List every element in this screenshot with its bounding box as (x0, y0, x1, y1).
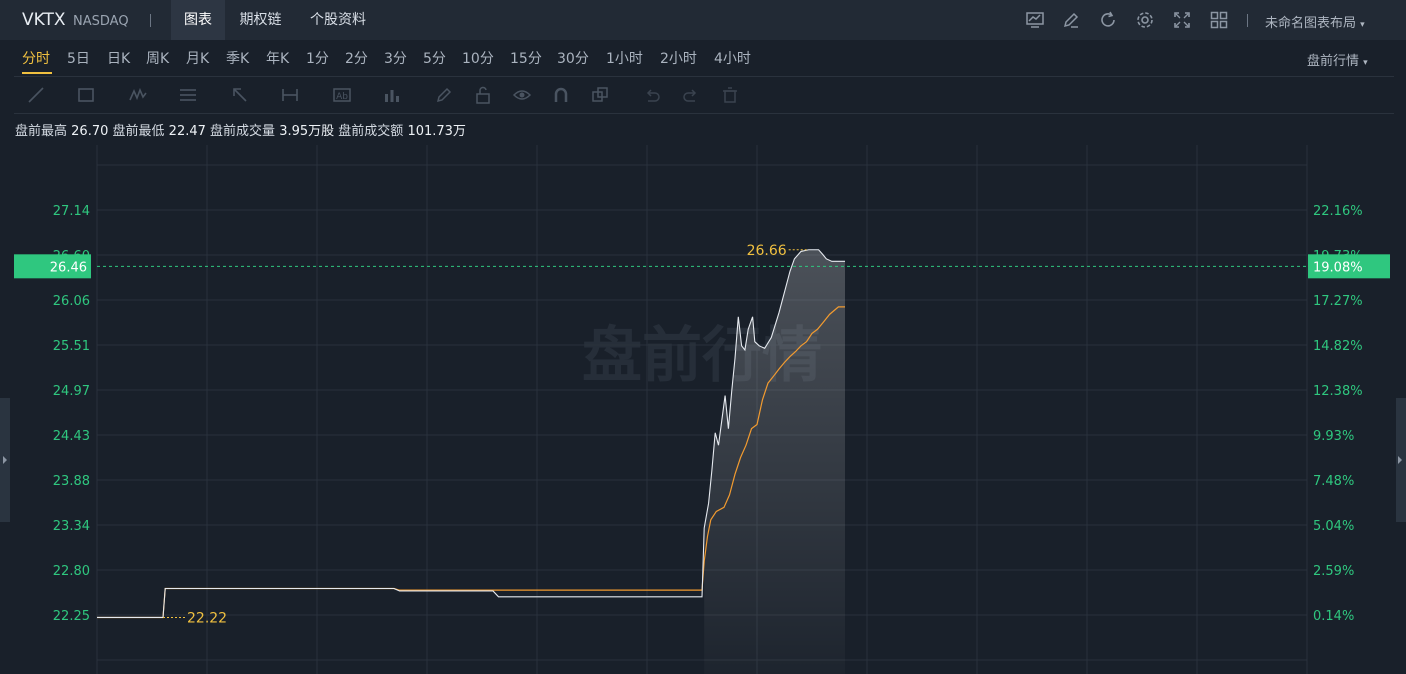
divider (1247, 14, 1248, 27)
low-label: 盘前最低 (112, 124, 165, 139)
svg-text:Ab: Ab (336, 92, 348, 102)
right-panel-handle[interactable] (1396, 398, 1406, 522)
drawing-toolbar: Ab (14, 76, 1394, 114)
session-selector[interactable]: 盘前行情 ▾ (1307, 50, 1368, 69)
active-period-underline (22, 72, 52, 74)
price-tick-label: 23.34 (53, 519, 90, 534)
grid-layout-icon[interactable] (1209, 10, 1229, 30)
undo-icon[interactable] (642, 85, 662, 105)
high-value: 26.70 (71, 124, 109, 139)
period-2h[interactable]: 2小时 (660, 48, 697, 68)
price-tick-label: 27.14 (53, 204, 90, 219)
measure-tool-icon[interactable] (280, 85, 300, 105)
redo-icon[interactable] (681, 85, 701, 105)
unlock-icon[interactable] (473, 85, 493, 105)
price-tick-label: 26.06 (53, 294, 90, 309)
period-week[interactable]: 周K (146, 48, 169, 68)
price-tick-label: 22.80 (53, 564, 90, 579)
percent-tick-label: 17.27% (1313, 294, 1363, 309)
amount-label: 盘前成交额 (338, 124, 404, 139)
volume-value: 3.95万股 (279, 124, 335, 139)
price-area (704, 249, 845, 674)
tab-chart[interactable]: 图表 (171, 0, 225, 40)
period-3min[interactable]: 3分 (384, 48, 407, 68)
left-panel-handle[interactable] (0, 398, 10, 522)
pencil-icon[interactable] (434, 85, 454, 105)
amount-value: 101.73万 (407, 124, 466, 139)
copy-icon[interactable] (590, 85, 610, 105)
current-price-marker: 26.46 19.08% (14, 254, 1390, 279)
period-day[interactable]: 日K (107, 48, 130, 68)
rectangle-tool-icon[interactable] (76, 85, 96, 105)
percent-tick-label: 5.04% (1313, 519, 1354, 534)
pattern-tool-icon[interactable] (128, 85, 148, 105)
fullscreen-icon[interactable] (1172, 10, 1192, 30)
current-percent-label: 19.08% (1313, 260, 1363, 275)
period-2min[interactable]: 2分 (345, 48, 368, 68)
period-bar: 分时 5日 日K 周K 月K 季K 年K 1分 2分 3分 5分 10分 15分… (0, 40, 1406, 76)
low-value: 22.47 (168, 124, 206, 139)
percent-tick-label: 14.82% (1313, 339, 1363, 354)
arrow-tool-icon[interactable] (230, 85, 250, 105)
period-5d[interactable]: 5日 (67, 48, 90, 68)
price-tick-label: 22.25 (53, 609, 90, 624)
percent-tick-label: 12.38% (1313, 384, 1363, 399)
settings-icon[interactable] (1135, 10, 1155, 30)
eye-icon[interactable] (512, 85, 532, 105)
high-label: 盘前最高 (15, 124, 68, 139)
percent-tick-label: 22.16% (1313, 204, 1363, 219)
period-intraday[interactable]: 分时 (22, 48, 50, 68)
indicator-icon[interactable] (382, 85, 402, 105)
period-15min[interactable]: 15分 (510, 48, 542, 68)
price-tick-label: 25.51 (53, 339, 90, 354)
text-tool-icon[interactable]: Ab (332, 85, 352, 105)
line-tool-icon[interactable] (26, 85, 46, 105)
tab-company-profile[interactable]: 个股资料 (296, 0, 380, 40)
caret-down-icon: ▾ (1363, 58, 1368, 68)
volume-label: 盘前成交量 (210, 124, 276, 139)
period-month[interactable]: 月K (186, 48, 209, 68)
stock-symbol: VKTX (22, 10, 66, 30)
refresh-icon[interactable] (1098, 10, 1118, 30)
session-label: 盘前行情 (1307, 54, 1360, 69)
period-4h[interactable]: 4小时 (714, 48, 751, 68)
trash-icon[interactable] (720, 85, 740, 105)
period-quarter[interactable]: 季K (226, 48, 249, 68)
layout-selector[interactable]: 未命名图表布局 ▾ (1265, 12, 1365, 31)
percent-tick-label: 2.59% (1313, 564, 1354, 579)
percent-tick-label: 7.48% (1313, 474, 1354, 489)
percent-tick-label: 0.14% (1313, 609, 1354, 624)
layout-name: 未命名图表布局 (1265, 16, 1357, 31)
price-tick-label: 23.88 (53, 474, 90, 489)
price-tick-label: 24.43 (53, 429, 90, 444)
period-1min[interactable]: 1分 (306, 48, 329, 68)
top-bar: VKTX NASDAQ 图表 期权链 个股资料 未命名图表布局 ▾ (0, 0, 1406, 40)
magnet-icon[interactable] (551, 85, 571, 105)
intraday-chart[interactable]: 盘前行情 27.1426.6026.0625.5124.9724.4323.88… (0, 140, 1406, 674)
caret-down-icon: ▾ (1360, 20, 1365, 30)
current-price-label: 26.46 (50, 260, 87, 275)
premarket-stats: 盘前最高 26.70 盘前最低 22.47 盘前成交量 3.95万股 盘前成交额… (15, 120, 466, 139)
divider (150, 14, 151, 27)
exchange-label: NASDAQ (73, 14, 129, 29)
period-30min[interactable]: 30分 (557, 48, 589, 68)
fib-tool-icon[interactable] (178, 85, 198, 105)
edit-icon[interactable] (1061, 10, 1081, 30)
period-year[interactable]: 年K (266, 48, 289, 68)
period-5min[interactable]: 5分 (423, 48, 446, 68)
period-10min[interactable]: 10分 (462, 48, 494, 68)
price-tick-label: 24.97 (53, 384, 90, 399)
percent-tick-label: 9.93% (1313, 429, 1354, 444)
max-price-label: 26.66 (747, 243, 787, 259)
min-price-label: 22.22 (187, 610, 227, 626)
chart-screen-icon[interactable] (1025, 10, 1045, 30)
tab-options-chain[interactable]: 期权链 (227, 0, 294, 40)
period-1h[interactable]: 1小时 (606, 48, 643, 68)
